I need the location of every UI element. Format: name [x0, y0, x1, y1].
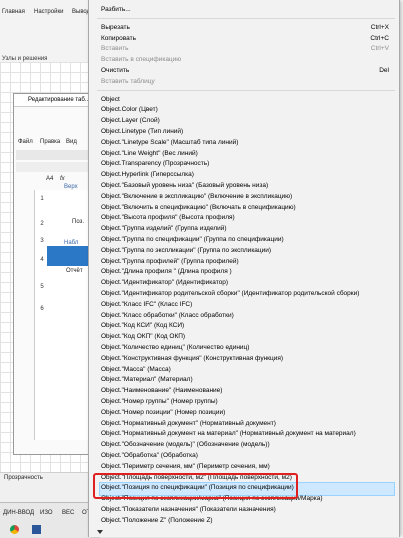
menu-item-label: Object."Включение в экспликацию" (Включе…	[101, 192, 293, 200]
ribbon-tab-settings[interactable]: Настройки	[34, 9, 63, 15]
menu-item-label: Object."Идентификатор родительской сборк…	[101, 290, 360, 297]
menu-item-label: Object."Нормативный документ" (Нормативн…	[101, 419, 276, 427]
ribbon-tab-home[interactable]: Главная	[2, 9, 25, 15]
menu-item-label: Object.Transparency (Прозрачность)	[101, 160, 210, 168]
taskbar-item[interactable]: ВЕС	[62, 510, 74, 516]
menu-item-label: Object."Класс IFC" (Класс IFC)	[101, 300, 193, 308]
menu-item-label: Вставить в спецификацию	[101, 56, 182, 64]
word-icon[interactable]	[32, 525, 41, 534]
menu-item-label: Object."Положение Z" (Положение Z)	[101, 516, 213, 524]
menu-item-label: Object."Line Weight" (Вес линий)	[101, 149, 198, 157]
menu-item-label: Object.Color (Цвет)	[101, 106, 158, 114]
menu-edit[interactable]: Правка	[40, 139, 60, 145]
menu-item-label: Object."Группа изделий" (Группа изделий)	[101, 225, 227, 233]
row-number: 3	[40, 238, 44, 244]
menu-item-label: Object."Длина профиля " (Длина профиля )	[101, 268, 232, 276]
menu-item-label: Object."Периметр сечения, мм" (Периметр …	[101, 462, 270, 470]
menu-item-label: Вырезать	[101, 23, 130, 31]
menu-item-label: Object."Наименование" (Наименование)	[101, 387, 223, 395]
menu-item-label: Object."Количество единиц" (Количество е…	[101, 344, 250, 351]
context-menu: Разбить... Вырезать Ctrl+X Копировать Ctrl+C…	[88, 0, 400, 537]
menu-item-label: Object."Материал" (Материал)	[101, 376, 193, 384]
menu-item-label: Object."Высота профиля" (Высота профиля)	[101, 214, 235, 222]
menu-item[interactable]: Разбить...	[101, 4, 391, 16]
menu-item-label: Object."Масса" (Масса)	[101, 365, 171, 373]
status-bar: Прозрачность	[0, 472, 100, 503]
field-label: Поз.	[72, 219, 84, 225]
menu-item-label: Object."Код КСИ" (Код КСИ)	[101, 322, 185, 330]
row-number: 6	[40, 306, 44, 312]
menu-item-label: Очистить	[101, 67, 130, 74]
menu-item-label: Object."Группа по экспликации" (Группа п…	[101, 246, 272, 254]
menu-item-label: Object."Номер позиции" (Номер позиции)	[101, 408, 226, 416]
row-number: 2	[40, 221, 44, 227]
menu-item-label: Object."Код ОКП" (Код ОКП)	[101, 333, 186, 341]
menu-item-label: Object."Обработка" (Обработка)	[101, 452, 198, 459]
cell-reference: A4	[46, 176, 54, 182]
menu-item-label: Object."Linetype Scale" (Масштаб типа ли…	[101, 138, 239, 146]
menu-file[interactable]: Файл	[18, 139, 33, 145]
taskbar: ДИН-ВВОД ИЗО ВЕС ОТР	[0, 502, 100, 538]
menu-item-label: Object."Идентификатор" (Идентификатор)	[101, 279, 229, 287]
menu-item-label: Object."Нормативный документ на материал…	[101, 430, 356, 438]
annotation-red-box	[93, 473, 298, 500]
menu-item-label: Object."Класс обработки" (Класс обработк…	[101, 311, 234, 319]
menu-item-label: Object."Обозначение (модель)" (Обозначен…	[101, 441, 270, 449]
editor-toolbar-2	[16, 162, 96, 172]
taskbar-item[interactable]: ИЗО	[40, 510, 53, 516]
menu-item-label: Object."Группа профилей" (Группа профиле…	[101, 257, 239, 265]
top-link[interactable]: Верх	[64, 184, 78, 190]
menu-item-label: Object."Группа по спецификации" (Группа …	[101, 236, 284, 243]
ribbon: Главная Настройки Вывод Узлы и решения	[0, 0, 100, 63]
menu-item-label: Object.Hyperlink (Гиперссылка)	[101, 171, 194, 179]
fx-icon: fx	[60, 176, 65, 182]
report-label: Отчёт	[66, 268, 83, 274]
menu-item-label: Object."Базовый уровень низа" (Базовый у…	[101, 182, 269, 189]
chrome-icon[interactable]	[10, 525, 19, 534]
menu-separator	[97, 17, 395, 19]
menu-item: Вставить таблицу	[101, 76, 391, 88]
menu-separator	[97, 89, 395, 91]
menu-item-label: Object.Layer (Слой)	[101, 117, 160, 125]
row-number: 5	[40, 284, 44, 290]
menu-item-label: Object."Конструктивная функция" (Констру…	[101, 354, 284, 362]
menu-view[interactable]: Вид	[66, 139, 77, 145]
taskbar-item[interactable]: ДИН-ВВОД	[3, 510, 34, 516]
row-number: 1	[40, 196, 44, 202]
menu-item-label: Копировать	[101, 34, 136, 42]
transparency-label: Прозрачность	[4, 475, 43, 481]
menu-item-label: Разбить...	[101, 6, 131, 13]
menu-item-label: Вставить	[101, 45, 129, 53]
menu-item[interactable]: Object."Положение Z" (Положение Z)	[101, 515, 391, 527]
menu-item-label: Object."Показатели назначения" (Показате…	[101, 506, 276, 513]
menu-item-label: Object."Включить в спецификацию" (Включа…	[101, 203, 296, 211]
menu-item-label: Вставить таблицу	[101, 77, 155, 85]
menu-item-label: Object."Номер группы" (Номер группы)	[101, 398, 218, 405]
scroll-down-arrow-icon[interactable]	[97, 530, 103, 534]
menu-item-label: Object	[101, 95, 120, 103]
editor-toolbar	[16, 150, 96, 160]
menu-item-label: Object.Linetype (Тип линий)	[101, 128, 184, 135]
